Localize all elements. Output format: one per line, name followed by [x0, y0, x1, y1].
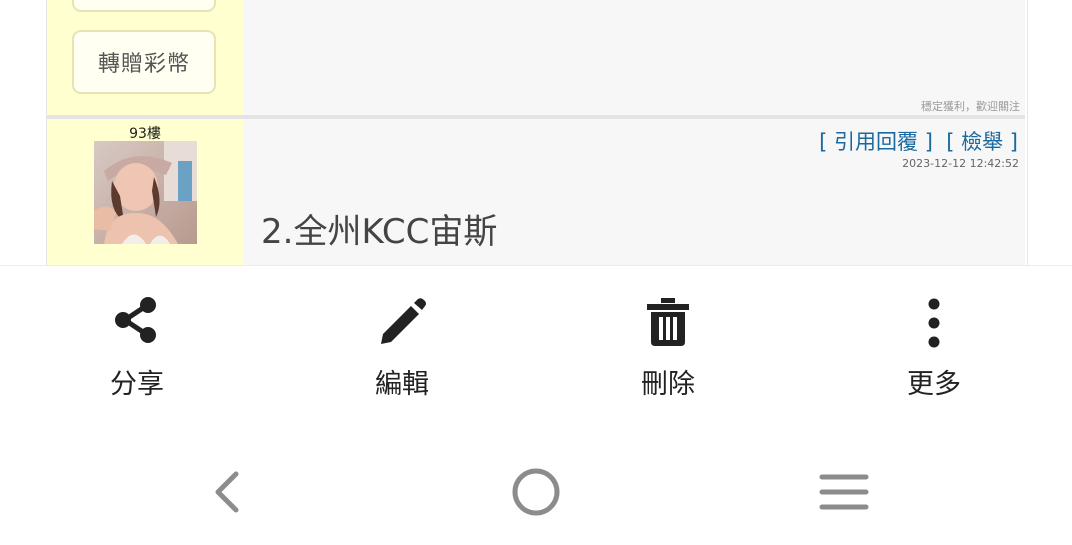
more-label: 更多: [907, 369, 961, 400]
recents-icon: [819, 474, 869, 510]
post-actions: [ 引用回覆 ] [ 檢舉 ]: [819, 130, 1018, 154]
home-button[interactable]: [496, 464, 576, 520]
more-vertical-icon: [864, 296, 1004, 354]
edit-label: 編輯: [375, 369, 429, 400]
recents-button[interactable]: [804, 464, 884, 520]
floor-number: 93樓: [129, 126, 161, 142]
share-button[interactable]: 分享: [67, 296, 207, 401]
system-navigation-bar: [0, 464, 1072, 524]
home-icon: [512, 468, 560, 516]
action-sheet: 分享 編輯 刪除 更多: [0, 265, 1072, 545]
more-button[interactable]: 更多: [864, 296, 1004, 401]
share-label: 分享: [110, 369, 164, 400]
delete-label: 刪除: [641, 369, 695, 400]
trash-icon: [598, 296, 738, 354]
avatar-photo: [94, 141, 197, 244]
post-timestamp: 2023-12-12 12:42:52: [902, 157, 1019, 170]
pencil-icon: [332, 296, 472, 354]
sidebar-button-partial[interactable]: [72, 0, 216, 12]
avatar[interactable]: [94, 141, 197, 244]
user-signature: 穩定獲利，歡迎關注: [921, 100, 1020, 113]
transfer-coins-button[interactable]: 轉贈彩幣: [72, 30, 216, 94]
edit-button[interactable]: 編輯: [332, 296, 472, 401]
quote-reply-link[interactable]: 引用回覆: [834, 130, 918, 154]
back-icon: [215, 471, 239, 513]
back-button[interactable]: [186, 464, 266, 520]
delete-button[interactable]: 刪除: [598, 296, 738, 401]
report-link[interactable]: 檢舉: [961, 130, 1003, 154]
forum-thread-view: 轉贈彩幣 穩定獲利，歡迎關注 93樓 [ 引用回覆 ] [ 檢舉] 2023-…: [0, 0, 1072, 266]
post-content: 2.全州KCC宙斯: [261, 212, 498, 252]
previous-post-body: [243, 0, 1025, 115]
share-icon: [67, 296, 207, 354]
